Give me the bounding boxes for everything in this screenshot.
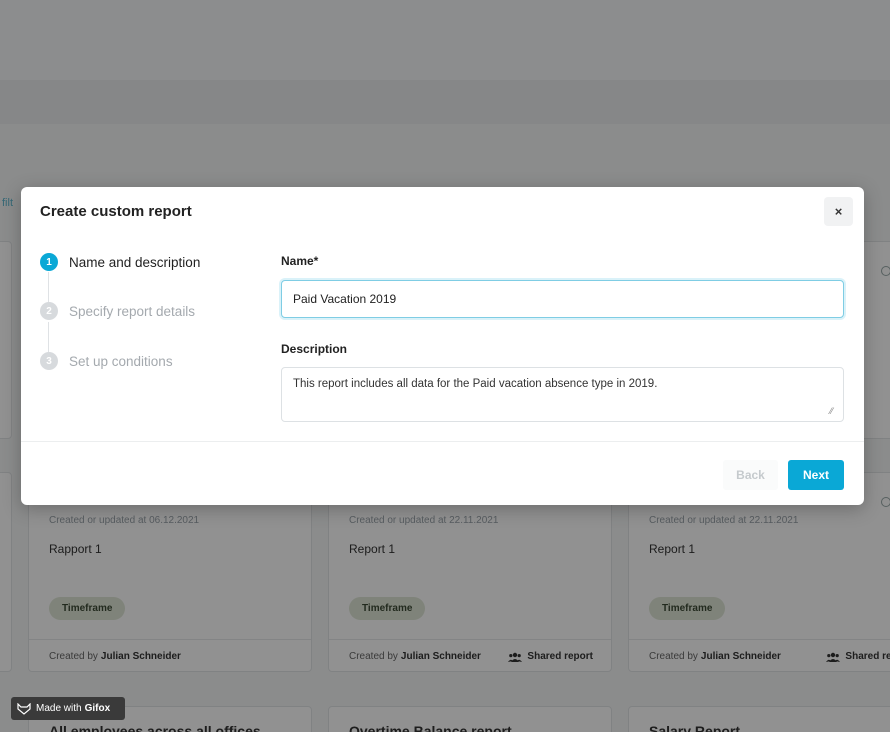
back-button[interactable]: Back — [723, 460, 778, 490]
modal-title: Create custom report — [40, 203, 192, 220]
gifox-watermark: Made with Gifox — [11, 697, 125, 720]
step-connector — [48, 322, 49, 352]
step-number: 1 — [40, 253, 58, 271]
name-label: Name* — [281, 254, 319, 268]
step-set-up-conditions[interactable]: 3 Set up conditions — [40, 352, 260, 370]
step-number: 2 — [40, 302, 58, 320]
create-report-modal: Create custom report × 1 Name and descri… — [21, 187, 864, 505]
close-icon: × — [834, 204, 843, 219]
next-button[interactable]: Next — [788, 460, 844, 490]
fox-logo-icon — [17, 702, 31, 715]
step-label: Specify report details — [69, 303, 196, 319]
step-number: 3 — [40, 352, 58, 370]
step-connector — [48, 272, 49, 302]
step-label: Name and description — [69, 254, 201, 270]
close-button[interactable]: × — [824, 197, 853, 226]
modal-footer-divider — [21, 441, 864, 442]
watermark-prefix: Made with — [36, 703, 82, 714]
description-label: Description — [281, 342, 348, 356]
resize-handle-icon[interactable]: ⁄⁄ — [830, 406, 833, 416]
watermark-brand: Gifox — [84, 703, 111, 714]
step-specify-report-details[interactable]: 2 Specify report details — [40, 302, 260, 320]
step-label: Set up conditions — [69, 353, 173, 369]
name-input[interactable] — [281, 280, 844, 318]
step-name-and-description[interactable]: 1 Name and description — [40, 253, 260, 271]
description-textarea[interactable]: This report includes all data for the Pa… — [281, 367, 844, 422]
